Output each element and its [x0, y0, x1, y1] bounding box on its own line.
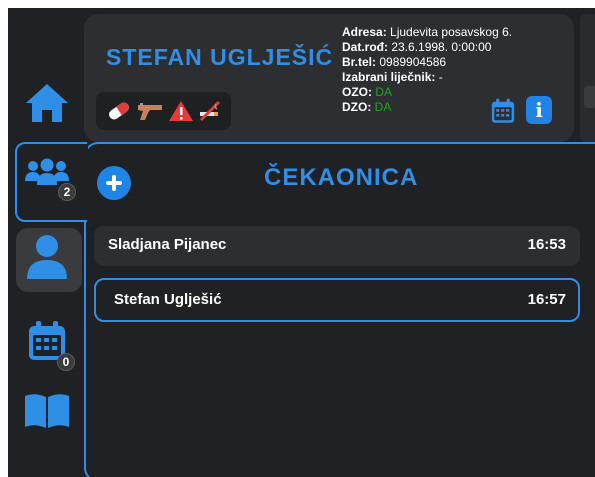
dzo-value: DA	[374, 100, 392, 114]
active-tab-outline	[15, 142, 87, 222]
waiting-list-item[interactable]: Sladjana Pijanec 16:53	[94, 226, 580, 266]
home-icon	[26, 84, 68, 122]
phone-value: 0989904586	[379, 55, 447, 69]
patient-flags	[96, 92, 231, 130]
nav-home[interactable]	[8, 72, 86, 134]
gun-icon	[138, 103, 162, 120]
calendar-count-badge: 0	[57, 353, 75, 371]
phone-label: Br.tel:	[342, 55, 377, 69]
right-panel-handle[interactable]	[584, 86, 595, 108]
ozo-value: DA	[375, 85, 393, 99]
nav-patient[interactable]	[8, 226, 86, 292]
sidebar-nav: 2 0	[8, 8, 86, 477]
user-icon	[27, 235, 67, 279]
patient-row-time: 16:53	[527, 236, 566, 253]
pill-icon	[109, 102, 129, 120]
calendar-icon	[491, 98, 515, 123]
patient-card: STEFAN UGLJEŠIĆ Adresa: Ljudevita posavs…	[84, 14, 574, 142]
appointment-calendar-button[interactable]	[490, 98, 516, 129]
address-label: Adresa:	[342, 25, 387, 39]
info-button[interactable]: i	[526, 96, 552, 124]
dzo-label: DZO:	[342, 100, 372, 114]
waiting-room-title: ČEKAONICA	[264, 164, 419, 191]
dob-label: Dat.rođ:	[342, 40, 388, 54]
no-smoking-icon	[199, 100, 221, 122]
ozo-label: OZO:	[342, 85, 372, 99]
warning-icon	[169, 101, 193, 121]
dob-value: 23.6.1998. 0:00:00	[391, 40, 492, 54]
nav-book[interactable]	[8, 380, 86, 442]
add-patient-button[interactable]	[97, 166, 131, 200]
patient-row-name: Sladjana Pijanec	[108, 236, 227, 253]
waiting-list-item-selected[interactable]: Stefan Uglješić 16:57	[94, 278, 580, 322]
info-icon: i	[535, 98, 543, 122]
patient-row-time: 16:57	[527, 291, 566, 308]
address-value: Ljudevita posavskog 6.	[390, 25, 513, 39]
book-icon	[25, 394, 69, 428]
nav-calendar[interactable]: 0	[8, 310, 86, 372]
patient-name: STEFAN UGLJEŠIĆ	[106, 44, 334, 70]
patient-info: Adresa: Ljudevita posavskog 6. Dat.rođ: …	[342, 25, 512, 115]
app-window: 2 0 STEFAN UGLJEŠIĆ Adresa: Ljudevita po…	[8, 8, 595, 477]
right-panel-edge	[580, 14, 595, 142]
doctor-label: Izabrani liječnik:	[342, 70, 436, 84]
doctor-value: -	[438, 70, 443, 84]
patient-row-name: Stefan Uglješić	[114, 291, 222, 308]
